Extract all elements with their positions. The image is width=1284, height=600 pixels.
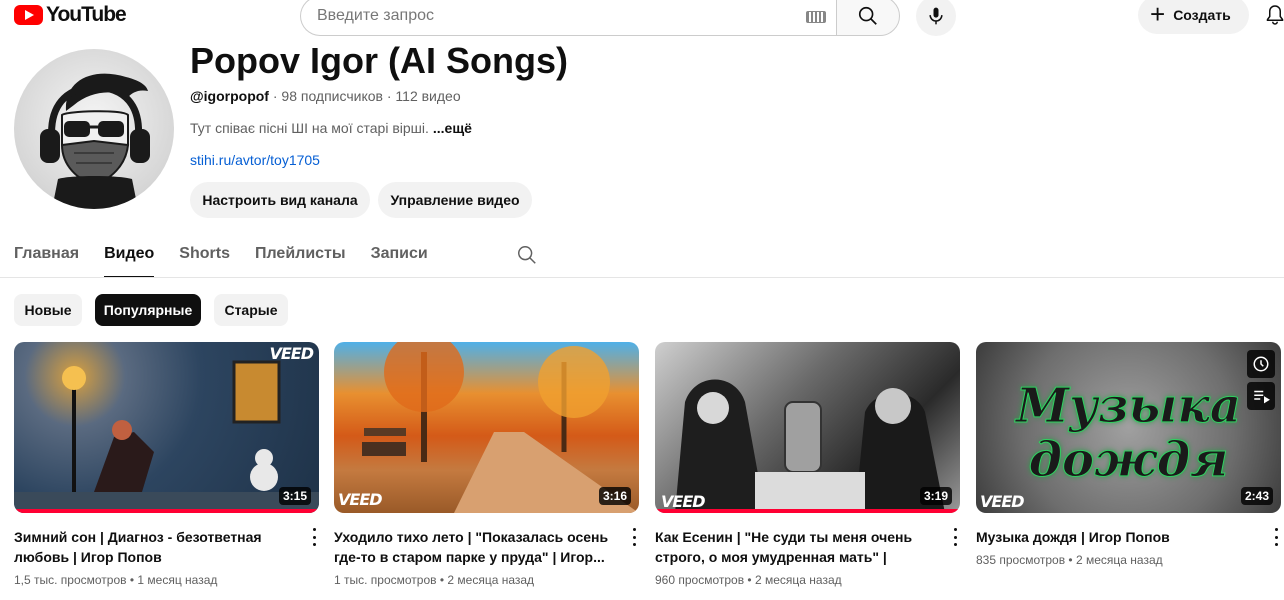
video-title[interactable]: Музыка дождя | Игор Попов [976,527,1256,547]
video-age: 2 месяца назад [447,573,535,587]
tab-shorts[interactable]: Shorts [179,240,230,278]
search-icon [858,6,877,25]
more-options-icon[interactable] [1273,528,1279,546]
create-button[interactable]: + Создать [1138,0,1249,34]
topbar: YouTube + Создать [0,0,1284,36]
video-duration: 2:43 [1240,487,1273,505]
watch-later-clock-icon[interactable] [1247,350,1275,378]
video-age: 1 месяц назад [137,573,218,587]
video-title[interactable]: Как Есенин | "Не суди ты меня очень стро… [655,527,935,567]
channel-description[interactable]: Тут співає пісні ШІ на мої старі вірші..… [190,120,472,136]
watch-progress-bar [14,509,319,513]
search-input[interactable] [300,0,836,36]
description-text: Тут співає пісні ШІ на мої старі вірші. [190,120,429,136]
tab-videos[interactable]: Видео [104,240,155,278]
thumbnail-illustration [675,379,945,513]
video-age: 2 месяца назад [754,573,842,587]
logo-text: YouTube [46,3,127,26]
video-thumbnail[interactable]: VEED 3:19 [655,342,960,513]
more-options-icon[interactable] [631,528,637,546]
video-card[interactable]: VEED 3:15 Зимний сон | Диагноз - безотве… [14,342,319,587]
video-card[interactable]: Музыка дождя VEED 2:43 Музыка дождя | Иг… [976,342,1281,567]
chip-popular[interactable]: Популярные [95,294,201,326]
tab-playlists[interactable]: Плейлисты [255,240,346,278]
more-options-icon[interactable] [311,528,317,546]
channel-external-link[interactable]: stihi.ru/avtor/toy1705 [190,152,320,168]
video-views: 960 просмотров [655,573,745,587]
video-meta: 1,5 тыс. просмотров • 1 месяц назад [14,573,218,587]
voice-search-button[interactable] [916,0,956,36]
veed-watermark: VEED [338,490,383,509]
video-views: 1,5 тыс. просмотров [14,573,127,587]
more-link[interactable]: ...ещё [433,120,472,136]
video-card[interactable]: VEED 3:19 Как Есенин | "Не суди ты меня … [655,342,960,587]
video-meta: 835 просмотров • 2 месяца назад [976,553,1163,567]
video-meta: 1 тыс. просмотров • 2 месяца назад [334,573,535,587]
thumbnail-illustration [362,342,639,513]
channel-title: Popov Igor (AI Songs) [190,40,568,81]
channel-tabs: Главная Видео Shorts Плейлисты Записи [14,240,538,278]
tab-posts[interactable]: Записи [371,240,428,278]
veed-watermark: VEED [269,344,314,363]
tabs-divider [0,277,1284,278]
video-duration: 3:15 [278,487,311,505]
plus-icon: + [1150,0,1166,29]
channel-meta: @igorpopof · 98 подписчиков · 112 видео [190,88,461,104]
notifications-bell-icon[interactable] [1266,4,1284,31]
video-duration: 3:16 [598,487,631,505]
video-title[interactable]: Уходило тихо лето | "Показалась осень гд… [334,527,614,567]
channel-handle: @igorpopof [190,88,269,104]
thumbnail-title-line-1: Музыка [1016,378,1242,434]
channel-avatar[interactable] [14,49,174,209]
avatar-illustration-icon [40,73,150,209]
video-card[interactable]: VEED 3:16 Уходило тихо лето | "Показалас… [334,342,639,587]
chip-oldest[interactable]: Старые [214,294,288,326]
video-duration: 3:19 [919,487,952,505]
video-views: 1 тыс. просмотров [334,573,437,587]
thumbnail-illustration [14,360,319,513]
watch-progress-bar [655,509,960,513]
chip-latest[interactable]: Новые [14,294,82,326]
more-options-icon[interactable] [952,528,958,546]
video-views: 835 просмотров [976,553,1066,567]
thumbnail-title-line-2: дождя [1028,432,1229,488]
create-label: Создать [1173,7,1231,23]
manage-videos-button[interactable]: Управление видео [378,182,532,218]
channel-stats: · 98 подписчиков · 112 видео [268,88,461,104]
microphone-icon [929,7,943,25]
youtube-play-icon [14,5,43,25]
video-thumbnail[interactable]: VEED 3:15 [14,342,319,513]
add-to-queue-icon[interactable] [1247,382,1275,410]
video-age: 2 месяца назад [1075,553,1163,567]
channel-search-icon[interactable] [516,240,538,278]
youtube-logo[interactable]: YouTube [14,3,127,27]
video-thumbnail[interactable]: VEED 3:16 [334,342,639,513]
search-bar [300,0,900,36]
customize-channel-button[interactable]: Настроить вид канала [190,182,370,218]
video-meta: 960 просмотров • 2 месяца назад [655,573,842,587]
video-thumbnail[interactable]: Музыка дождя VEED 2:43 [976,342,1281,513]
keyboard-icon[interactable] [806,11,826,23]
veed-watermark: VEED [980,492,1025,511]
tab-home[interactable]: Главная [14,240,79,278]
video-title[interactable]: Зимний сон | Диагноз - безответная любов… [14,527,294,567]
search-button[interactable] [836,0,900,36]
